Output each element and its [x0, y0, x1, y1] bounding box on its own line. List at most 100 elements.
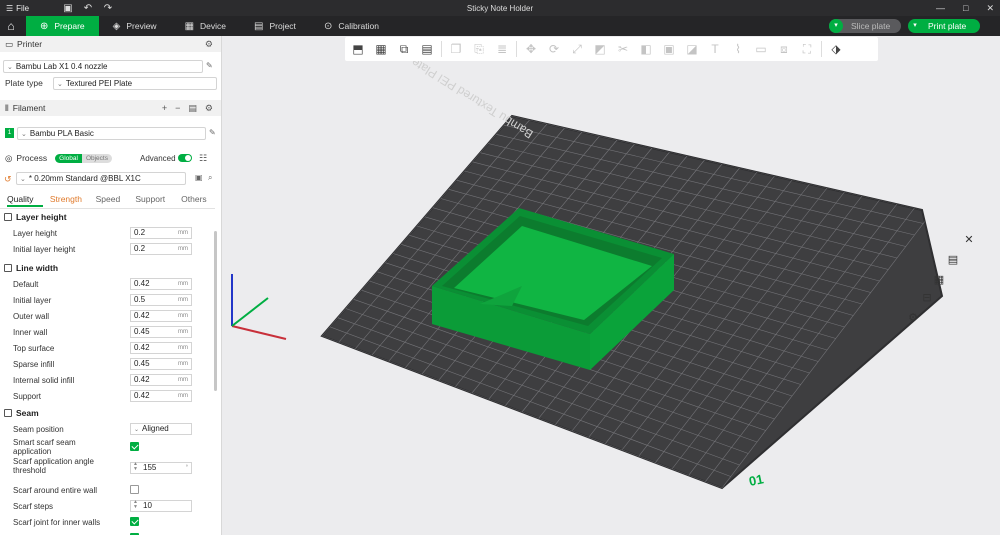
fit-view-icon[interactable]: ⛶ [798, 40, 816, 58]
remove-icon[interactable]: − [175, 103, 180, 114]
tab-speed[interactable]: Speed [96, 191, 136, 207]
save-preset-icon[interactable]: ▣ [195, 173, 203, 182]
rotate-icon[interactable]: ⟳ [545, 40, 563, 58]
chevron-down-icon[interactable]: ▾ [829, 19, 843, 33]
assembly-icon[interactable]: ⧈ [775, 40, 793, 58]
smart-scarf-checkbox[interactable] [130, 442, 139, 451]
initial-layer-height-label: Initial layer height [13, 245, 76, 254]
color-paint-icon[interactable]: ▭ [752, 40, 770, 58]
measure-icon[interactable]: ⌇ [729, 40, 747, 58]
support-paint-icon[interactable]: ▣ [660, 40, 678, 58]
line-width-default-input[interactable]: 0.42 mm [130, 278, 192, 290]
initial-layer-height-input[interactable]: 0.2 mm [130, 243, 192, 255]
param-value: 10 [143, 501, 152, 510]
tab-device[interactable]: ▦ Device [171, 16, 240, 36]
tab-quality[interactable]: Quality [7, 191, 43, 207]
reset-icon[interactable]: ↺ [4, 174, 12, 185]
tab-calibration[interactable]: ⊙ Calibration [310, 16, 393, 36]
plate-label-text: Bambu Textured PEI Plate [409, 55, 536, 142]
plate-settings-icon[interactable]: ⚙ [902, 308, 924, 326]
line-width-internal-solid-input[interactable]: 0.42 mm [130, 374, 192, 386]
scarf-inner-walls-checkbox[interactable] [130, 517, 139, 526]
gear-icon[interactable]: ⚙ [205, 103, 213, 114]
scope-global[interactable]: Global [55, 153, 82, 163]
layer-height-input[interactable]: 0.2 mm [130, 227, 192, 239]
add-cube-icon[interactable]: ⬒ [349, 40, 367, 58]
edit-icon[interactable]: ✎ [206, 61, 213, 70]
chevron-down-icon[interactable]: ▾ [908, 19, 922, 33]
arrange-icon[interactable]: ⧉ [395, 40, 413, 58]
filament-slot-badge[interactable]: 1 [5, 128, 14, 138]
remove-plate-icon[interactable]: ✕ [958, 230, 980, 248]
spin-arrows-icon[interactable]: ▲ ▼ [133, 462, 138, 472]
search-icon[interactable]: ⌕ [208, 173, 212, 183]
tab-preview[interactable]: ◈ Preview [99, 16, 171, 36]
tab-prepare[interactable]: ⊕ Prepare [26, 16, 99, 36]
plate-arrange-icon[interactable]: ▦ [928, 270, 950, 288]
plate-type-select[interactable]: ⌄ Textured PEI Plate [53, 77, 217, 90]
copy-icon[interactable]: ❐ [447, 40, 465, 58]
tab-label: Project [269, 21, 296, 31]
paste-icon[interactable]: ⎘ [470, 40, 488, 58]
advanced-toggle[interactable] [178, 154, 192, 162]
spin-arrows-icon[interactable]: ▲ ▼ [133, 500, 138, 510]
plate-lock-icon[interactable]: ⊟ [916, 288, 938, 306]
view-cube-icon[interactable]: ⬗ [827, 40, 845, 58]
scope-toggle[interactable]: Global Objects [55, 153, 112, 163]
slice-plate-label: Slice plate [851, 21, 891, 31]
tab-strength[interactable]: Strength [50, 191, 96, 207]
scarf-around-wall-checkbox[interactable] [130, 485, 139, 494]
add-icon[interactable]: + [162, 103, 167, 114]
cut-icon[interactable]: ✂ [614, 40, 632, 58]
line-width-icon [4, 264, 12, 272]
plate-settings-icon[interactable]: ▤ [418, 40, 436, 58]
process-preset-select[interactable]: ⌄ * 0.20mm Standard @BBL X1C [16, 172, 186, 185]
panel-scrollbar[interactable] [214, 231, 217, 391]
print-plate-button[interactable]: ▾ Print plate [908, 19, 980, 33]
text-icon[interactable]: T [706, 40, 724, 58]
gear-icon[interactable]: ⚙ [205, 39, 213, 50]
line-width-inner-wall-input[interactable]: 0.45 mm [130, 326, 192, 338]
line-width-initial-layer-input[interactable]: 0.5 mm [130, 294, 192, 306]
param-value: 0.42 [134, 391, 150, 400]
3d-viewport[interactable]: Bambu Textured PEI Plate 01 ⬒ ▦ ⧉ ▤ ❐ ⎘ … [222, 36, 1000, 535]
line-width-outer-wall-input[interactable]: 0.42 mm [130, 310, 192, 322]
line-width-top-surface-input[interactable]: 0.42 mm [130, 342, 192, 354]
minimize-button[interactable]: — [936, 0, 945, 16]
plate-slice-icon[interactable]: ▤ [942, 250, 964, 268]
tab-support[interactable]: Support [135, 191, 181, 207]
line-width-support-input[interactable]: 0.42 mm [130, 390, 192, 402]
close-button[interactable]: ✕ [986, 0, 994, 16]
printer-select[interactable]: ⌄ Bambu Lab X1 0.4 nozzle [3, 60, 203, 73]
home-icon[interactable]: ⌂ [0, 16, 22, 36]
lay-on-face-icon[interactable]: ◩ [591, 40, 609, 58]
filament-select[interactable]: ⌄ Bambu PLA Basic [17, 127, 206, 140]
undo-icon[interactable]: ↶ [78, 3, 98, 14]
scarf-angle-input[interactable]: ▲ ▼ 155 ° [130, 462, 192, 474]
list-settings-icon[interactable]: ☷ [199, 153, 207, 164]
seam-paint-icon[interactable]: ◪ [683, 40, 701, 58]
maximize-button[interactable]: □ [963, 0, 968, 16]
line-width-sparse-infill-input[interactable]: 0.45 mm [130, 358, 192, 370]
slice-plate-button[interactable]: ▾ Slice plate [829, 19, 901, 33]
scarf-steps-input[interactable]: ▲ ▼ 10 [130, 500, 192, 512]
scale-icon[interactable]: ⤢ [568, 40, 586, 58]
scope-objects[interactable]: Objects [81, 153, 112, 163]
redo-icon[interactable]: ↷ [98, 3, 118, 14]
save-icon[interactable]: ▣ [58, 3, 78, 14]
grid-add-icon[interactable]: ▦ [372, 40, 390, 58]
tab-project[interactable]: ▤ Project [240, 16, 310, 36]
mesh-boolean-icon[interactable]: ◧ [637, 40, 655, 58]
layers-icon[interactable]: ≣ [493, 40, 511, 58]
edit-icon[interactable]: ✎ [209, 128, 216, 137]
tab-others[interactable]: Others [181, 191, 215, 207]
param-value: 0.45 [134, 327, 150, 336]
sync-icon[interactable]: ▤ [188, 103, 197, 114]
param-value: 0.45 [134, 359, 150, 368]
y-axis [231, 297, 269, 327]
file-menu[interactable]: ☰ File [0, 4, 58, 13]
plate-number: 01 [748, 471, 765, 489]
seam-position-select[interactable]: ⌄ Aligned [130, 423, 192, 435]
move-icon[interactable]: ✥ [522, 40, 540, 58]
divider [516, 41, 517, 57]
